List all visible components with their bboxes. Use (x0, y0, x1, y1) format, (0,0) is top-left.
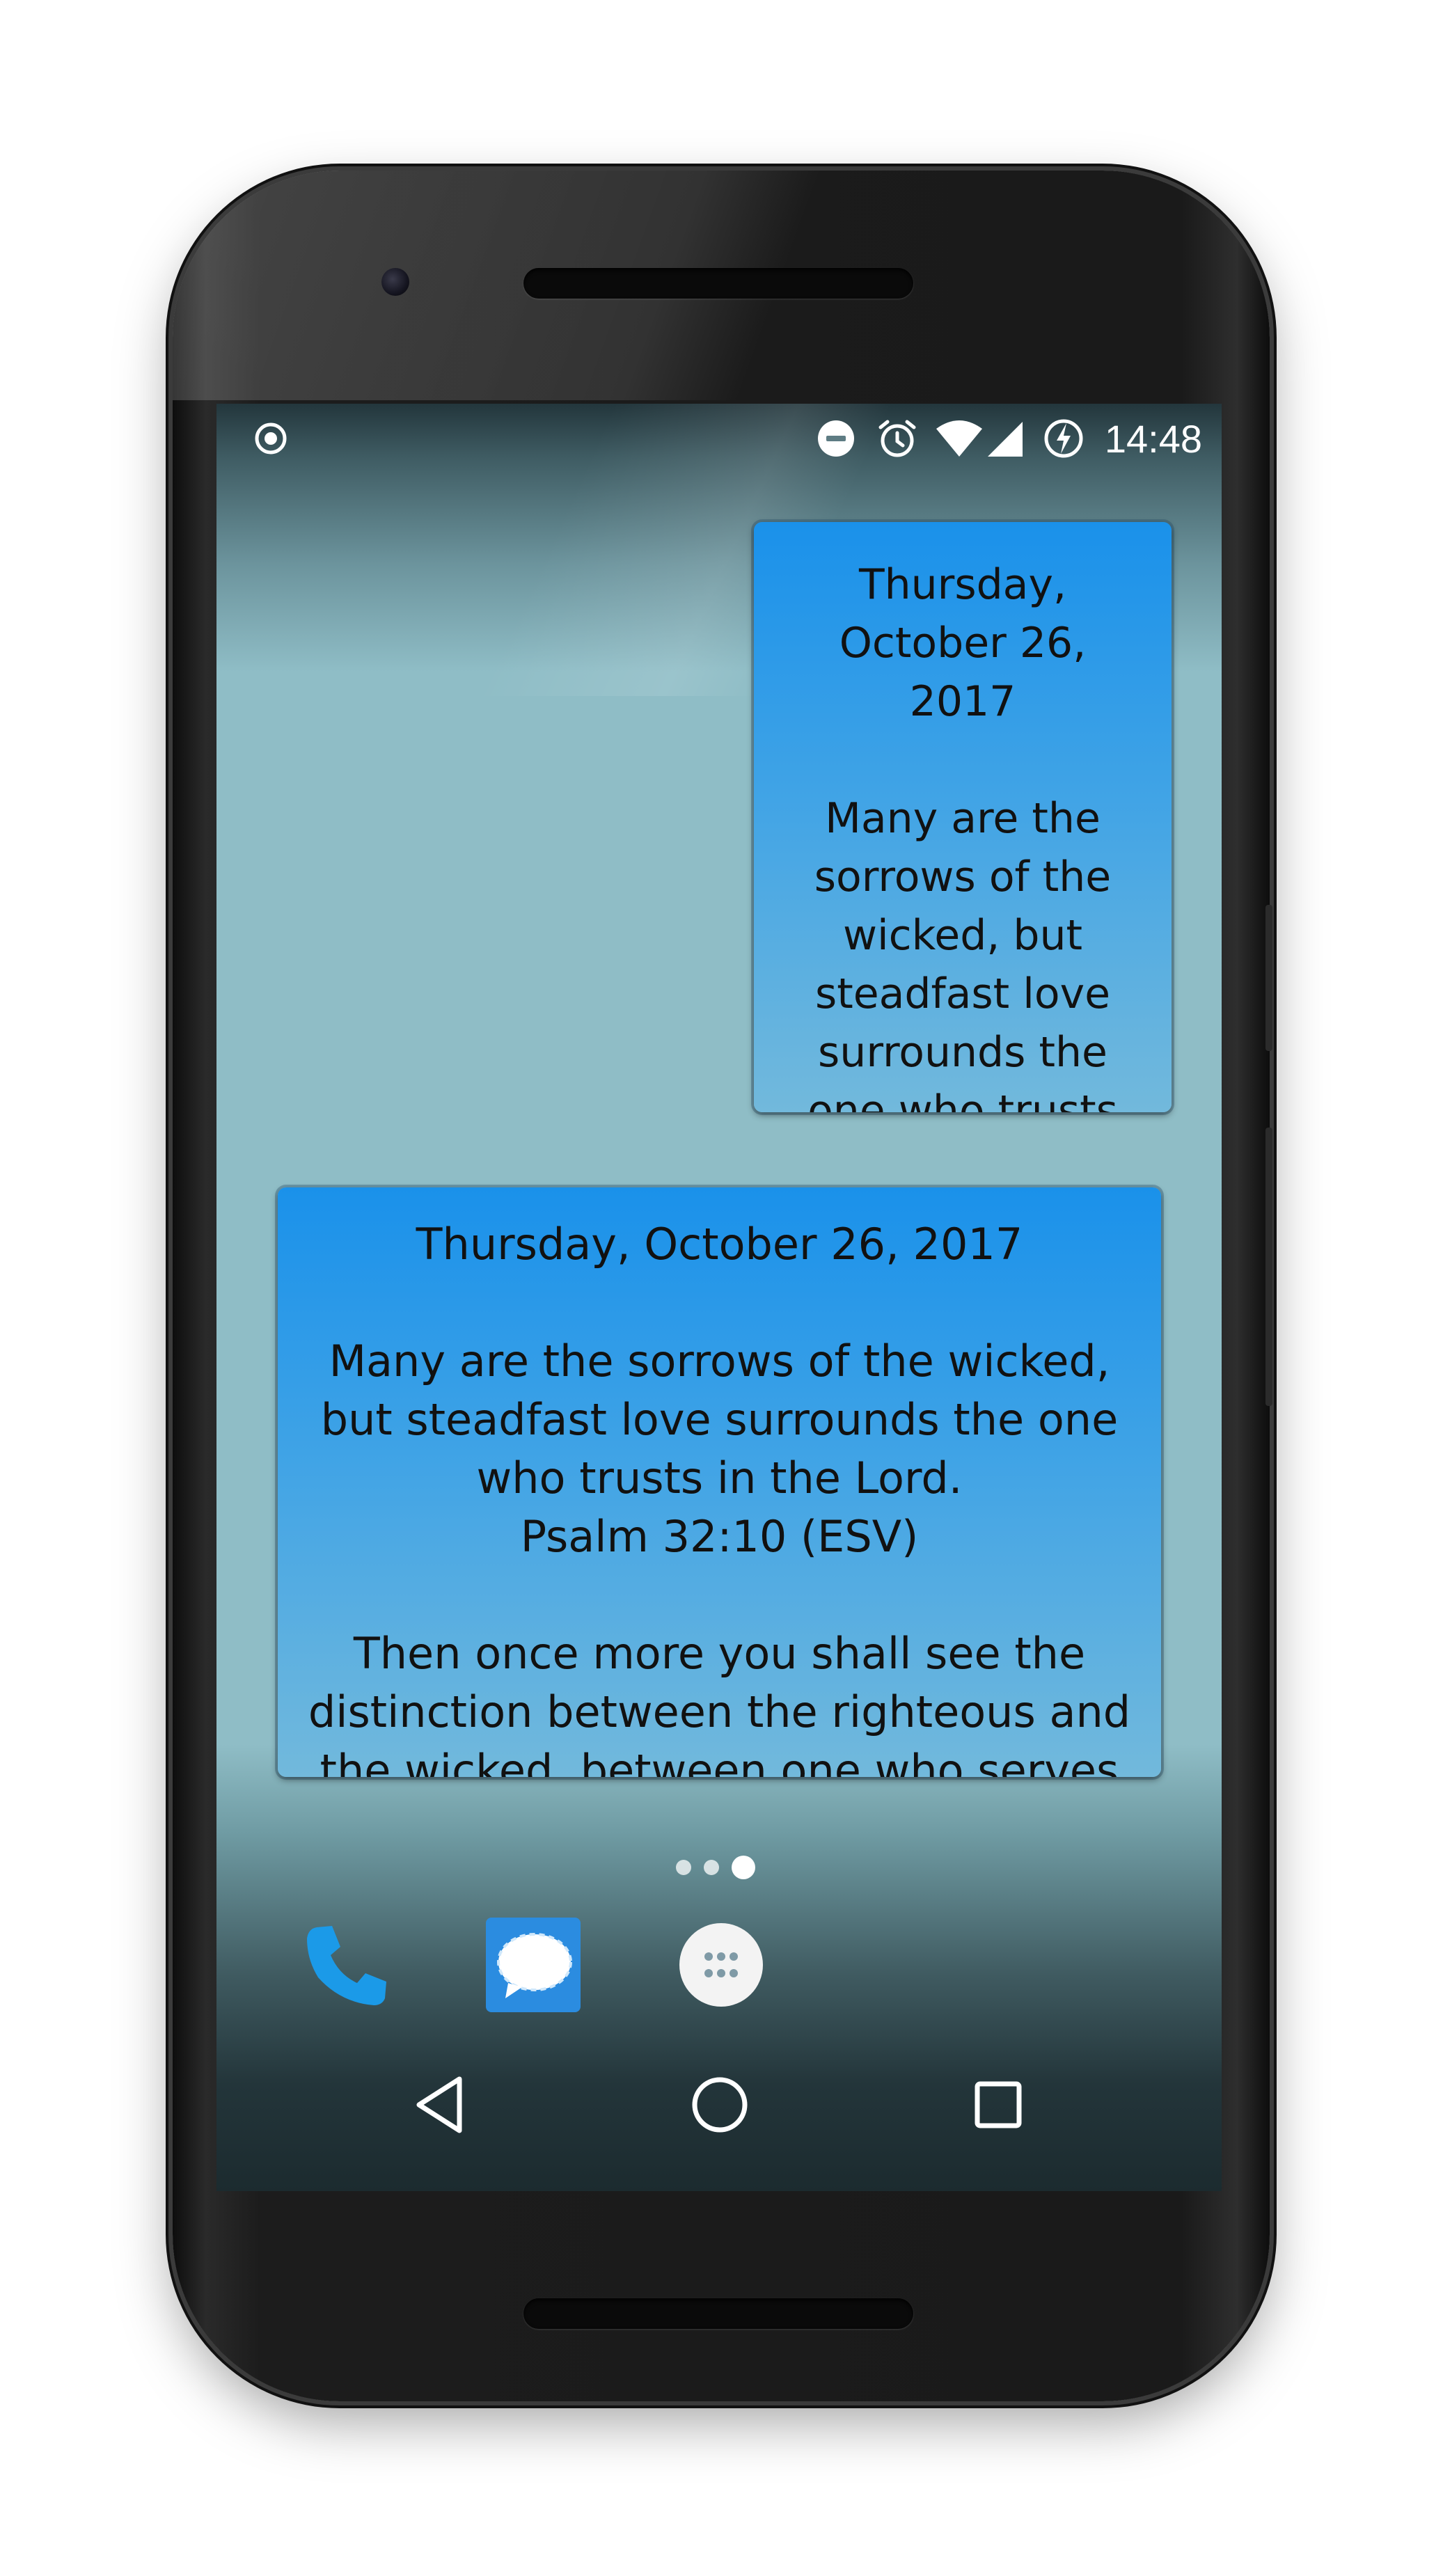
volume-button (1265, 1128, 1272, 1406)
wifi-icon (935, 418, 984, 459)
widget-small-text: Thursday, October 26, 2017 Many are the … (807, 560, 1118, 1112)
do-not-disturb-icon (814, 418, 858, 459)
alarm-icon (875, 418, 920, 459)
bottom-speaker (523, 2298, 913, 2329)
page-dot[interactable] (704, 1860, 719, 1875)
cell-signal-icon (984, 418, 1025, 459)
messages-app-icon[interactable] (484, 1916, 582, 2014)
back-icon[interactable] (398, 2063, 482, 2147)
verse-widget-large[interactable]: Thursday, October 26, 2017 Many are the … (278, 1187, 1161, 1777)
page-dot-active[interactable] (732, 1856, 755, 1879)
page-indicator (676, 1856, 755, 1879)
widget-large-text: Thursday, October 26, 2017 Many are the … (308, 1219, 1131, 1777)
power-button (1265, 905, 1272, 1051)
recents-icon[interactable] (956, 2063, 1040, 2147)
phone-app-icon[interactable] (299, 1916, 396, 2014)
verse-widget-small[interactable]: Thursday, October 26, 2017 Many are the … (754, 522, 1172, 1112)
top-speaker (523, 268, 913, 299)
app-drawer-icon[interactable] (672, 1916, 770, 2014)
home-icon[interactable] (678, 2063, 762, 2147)
status-time: 14:48 (1104, 417, 1202, 461)
record-icon (250, 418, 292, 459)
battery-charging-icon (1042, 418, 1085, 459)
screen: 14:48 Thursday, October 26, 2017 Many ar… (216, 404, 1222, 2191)
status-bar: 14:48 (216, 404, 1222, 473)
page-dot[interactable] (676, 1860, 691, 1875)
front-camera (381, 268, 409, 296)
